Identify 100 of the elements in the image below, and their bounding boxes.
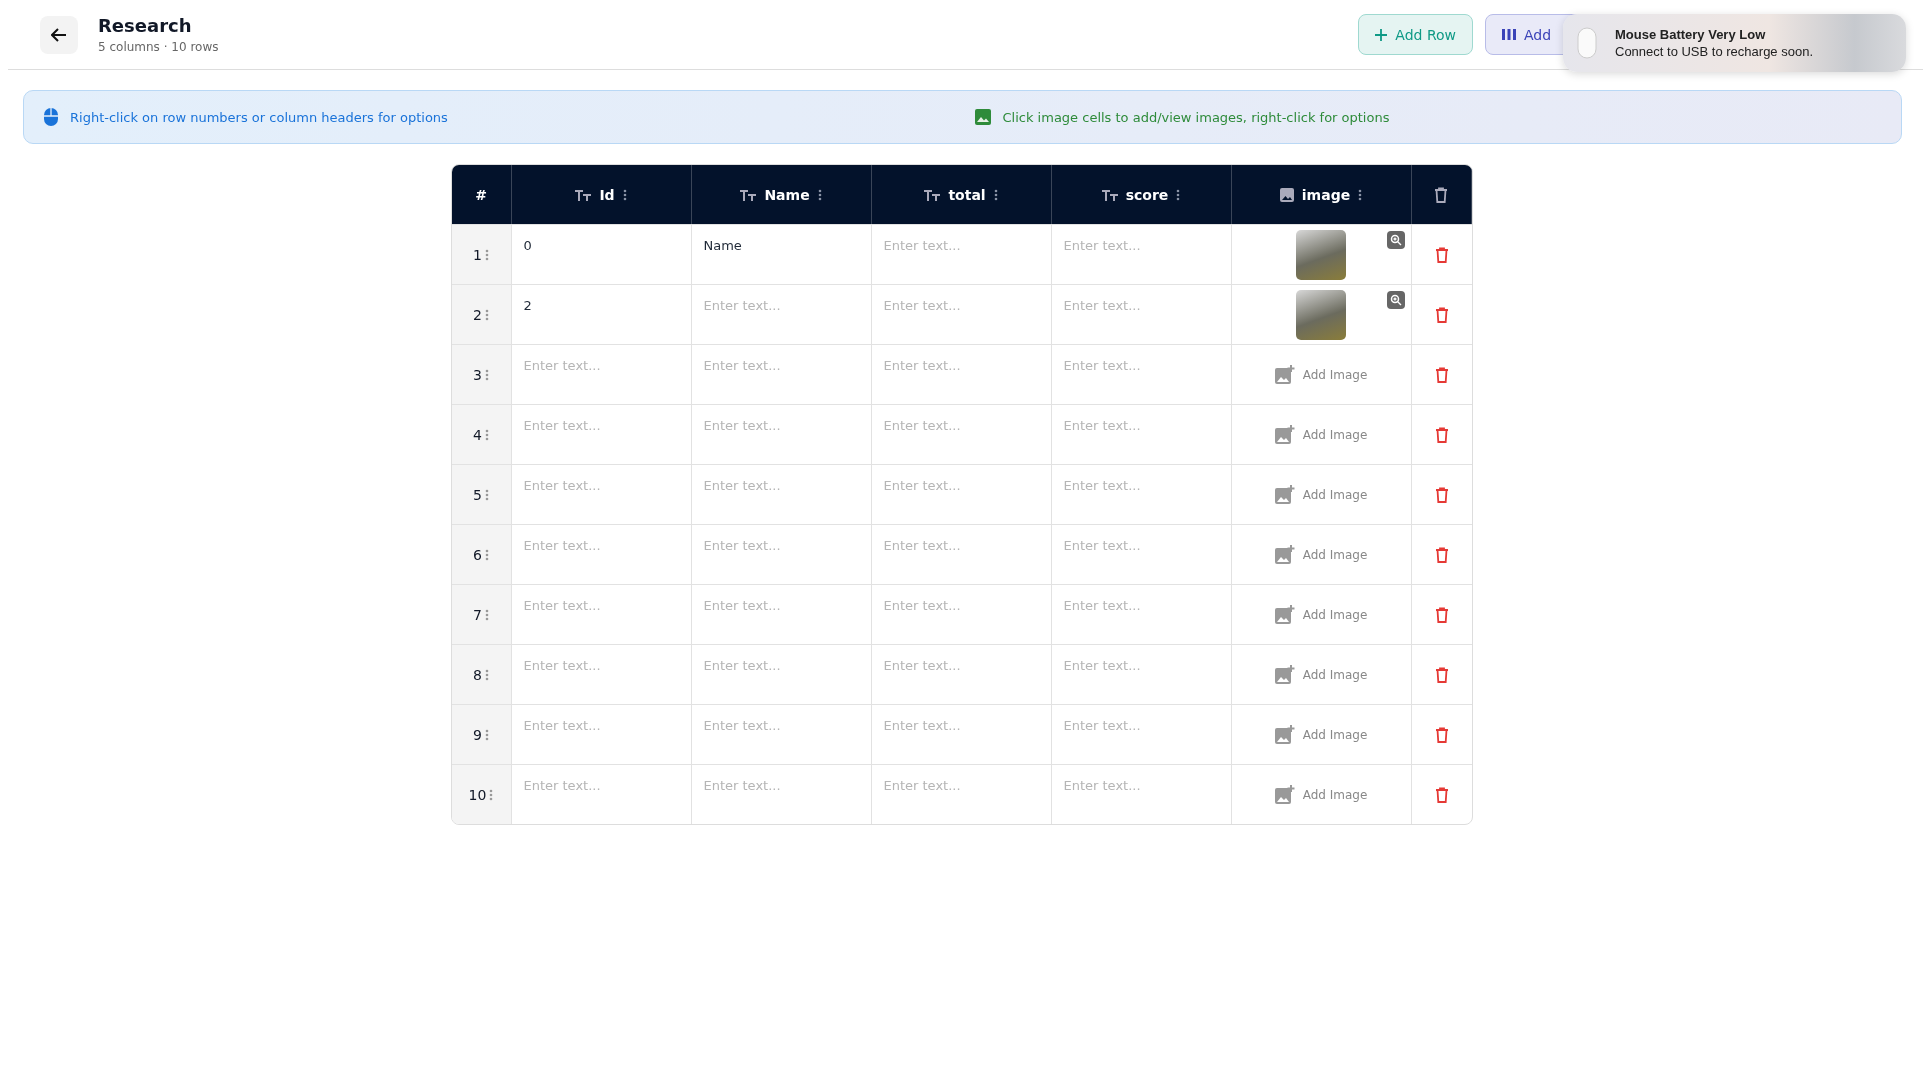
row-number[interactable]: 5 bbox=[451, 464, 512, 524]
table-cell[interactable]: Enter text... bbox=[691, 764, 872, 824]
image-cell[interactable] bbox=[1231, 284, 1412, 344]
table-cell[interactable]: Enter text... bbox=[871, 524, 1052, 584]
add-image-button[interactable]: Add Image bbox=[1231, 704, 1412, 764]
row-number[interactable]: 4 bbox=[451, 404, 512, 464]
add-image-button[interactable]: Add Image bbox=[1231, 464, 1412, 524]
delete-row-icon[interactable] bbox=[1434, 246, 1449, 263]
photo-placeholder bbox=[1296, 289, 1346, 340]
delete-row-icon[interactable] bbox=[1434, 606, 1449, 623]
column-header[interactable]: total bbox=[871, 165, 1052, 224]
table-cell[interactable]: Enter text... bbox=[1051, 224, 1232, 284]
add-image-icon bbox=[1274, 605, 1295, 624]
table-cell[interactable]: Enter text... bbox=[511, 764, 692, 824]
row-number[interactable]: 9 bbox=[451, 704, 512, 764]
table-cell[interactable]: Enter text... bbox=[691, 404, 872, 464]
add-image-button[interactable]: Add Image bbox=[1231, 404, 1412, 464]
table-cell[interactable]: Enter text... bbox=[871, 704, 1052, 764]
delete-row-icon[interactable] bbox=[1434, 366, 1449, 383]
row-number[interactable]: 8 bbox=[451, 644, 512, 704]
page-subtitle: 5 columns · 10 rows bbox=[98, 40, 219, 54]
row-number[interactable]: 3 bbox=[451, 344, 512, 404]
table-cell[interactable]: Enter text... bbox=[511, 644, 692, 704]
table-cell[interactable]: Enter text... bbox=[511, 464, 692, 524]
table-cell[interactable]: Enter text... bbox=[871, 284, 1052, 344]
table-cell[interactable]: Enter text... bbox=[871, 344, 1052, 404]
text-type-icon bbox=[575, 188, 592, 201]
delete-row-icon[interactable] bbox=[1434, 726, 1449, 743]
add-image-icon bbox=[1274, 425, 1295, 444]
table-cell[interactable]: Enter text... bbox=[511, 344, 692, 404]
table-cell[interactable]: Enter text... bbox=[1051, 644, 1232, 704]
table-cell[interactable]: Enter text... bbox=[691, 464, 872, 524]
zoom-in-icon bbox=[1389, 294, 1402, 306]
table-cell[interactable]: Enter text... bbox=[691, 584, 872, 644]
table-cell[interactable]: Enter text... bbox=[691, 284, 872, 344]
column-header[interactable]: score bbox=[1051, 165, 1232, 224]
image-icon bbox=[1279, 187, 1294, 202]
more-icon[interactable] bbox=[1176, 188, 1181, 201]
column-header[interactable]: Id bbox=[511, 165, 692, 224]
add-image-button[interactable]: Add Image bbox=[1231, 644, 1412, 704]
table-cell[interactable]: Enter text... bbox=[511, 404, 692, 464]
more-icon[interactable] bbox=[993, 188, 998, 201]
table-cell[interactable]: Enter text... bbox=[1051, 704, 1232, 764]
row-number[interactable]: 1 bbox=[451, 224, 512, 284]
row-number[interactable]: 2 bbox=[451, 284, 512, 344]
add-image-button[interactable]: Add Image bbox=[1231, 764, 1412, 824]
more-icon[interactable] bbox=[1358, 188, 1363, 201]
table-cell[interactable]: Enter text... bbox=[1051, 464, 1232, 524]
row-number[interactable]: 10 bbox=[451, 764, 512, 824]
table-cell[interactable]: 0 bbox=[511, 224, 692, 284]
table-cell[interactable]: Enter text... bbox=[1051, 344, 1232, 404]
add-row-button[interactable]: Add Row bbox=[1358, 14, 1473, 55]
table-cell[interactable]: Enter text... bbox=[511, 584, 692, 644]
table-cell[interactable]: 2 bbox=[511, 284, 692, 344]
table-cell[interactable]: Enter text... bbox=[691, 644, 872, 704]
page-title: Research bbox=[98, 15, 193, 36]
delete-row-icon[interactable] bbox=[1434, 306, 1449, 323]
add-image-button[interactable]: Add Image bbox=[1231, 344, 1412, 404]
delete-row-icon[interactable] bbox=[1434, 486, 1449, 503]
add-image-button[interactable]: Add Image bbox=[1231, 584, 1412, 644]
add-image-button[interactable]: Add Image bbox=[1231, 524, 1412, 584]
plus-icon bbox=[1375, 28, 1388, 41]
table-cell[interactable]: Enter text... bbox=[511, 704, 692, 764]
banner-hint: Right-click on row numbers or column headers for options bbox=[70, 109, 448, 125]
table-cell[interactable]: Enter text... bbox=[1051, 284, 1232, 344]
column-header[interactable]: Name bbox=[691, 165, 872, 224]
table-cell[interactable]: Enter text... bbox=[1051, 584, 1232, 644]
table-cell[interactable]: Enter text... bbox=[1051, 764, 1232, 824]
row-number[interactable]: 6 bbox=[451, 524, 512, 584]
table-cell[interactable]: Enter text... bbox=[871, 644, 1052, 704]
table-cell[interactable]: Enter text... bbox=[691, 524, 872, 584]
table-cell[interactable]: Enter text... bbox=[1051, 524, 1232, 584]
zoom-button[interactable] bbox=[1386, 291, 1405, 309]
table-cell[interactable]: Enter text... bbox=[871, 224, 1052, 284]
text-type-icon bbox=[1101, 188, 1118, 201]
back-button[interactable] bbox=[40, 15, 78, 54]
table-cell[interactable]: Enter text... bbox=[871, 404, 1052, 464]
more-icon[interactable] bbox=[817, 188, 822, 201]
delete-row-icon[interactable] bbox=[1434, 546, 1449, 563]
table-cell[interactable]: Enter text... bbox=[871, 464, 1052, 524]
table-cell[interactable]: Enter text... bbox=[1051, 404, 1232, 464]
table-cell[interactable]: Name bbox=[691, 224, 872, 284]
table-cell[interactable]: Enter text... bbox=[871, 764, 1052, 824]
zoom-in-icon bbox=[1389, 234, 1402, 246]
delete-row-icon[interactable] bbox=[1434, 666, 1449, 683]
row-number[interactable]: 7 bbox=[451, 584, 512, 644]
add-image-icon bbox=[1274, 785, 1295, 804]
table-cell[interactable]: Enter text... bbox=[511, 524, 692, 584]
table-cell[interactable]: Enter text... bbox=[691, 344, 872, 404]
table-cell[interactable]: Enter text... bbox=[691, 704, 872, 764]
image-cell[interactable] bbox=[1231, 224, 1412, 284]
add-image-icon bbox=[1274, 665, 1295, 684]
delete-row-icon[interactable] bbox=[1434, 426, 1449, 443]
delete-icon[interactable] bbox=[1434, 186, 1448, 203]
column-header[interactable]: image bbox=[1231, 165, 1412, 224]
more-icon[interactable] bbox=[622, 188, 627, 201]
column-header: # bbox=[451, 165, 512, 224]
delete-row-icon[interactable] bbox=[1434, 786, 1449, 803]
table-cell[interactable]: Enter text... bbox=[871, 584, 1052, 644]
zoom-button[interactable] bbox=[1386, 231, 1405, 249]
